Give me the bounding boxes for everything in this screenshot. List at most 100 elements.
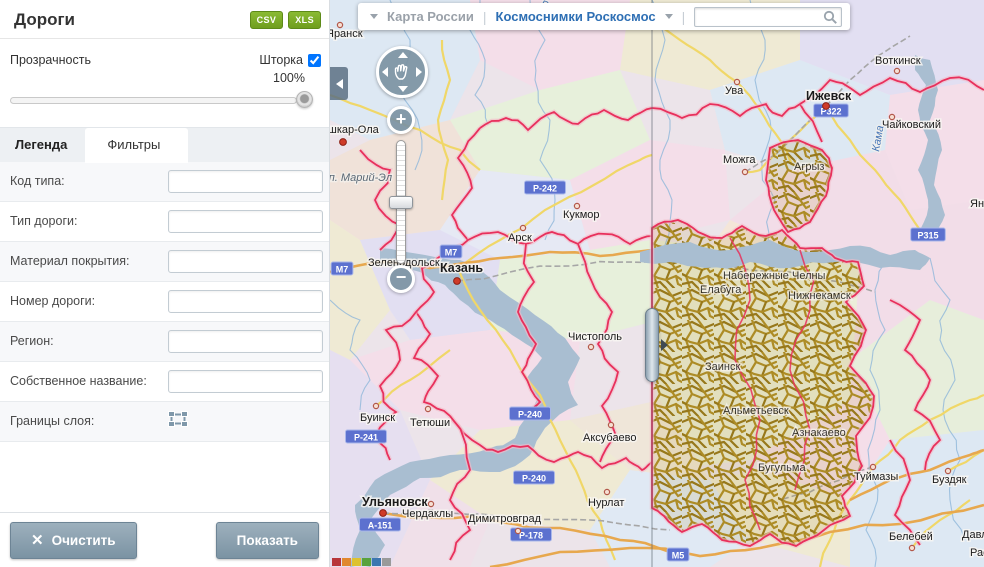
pan-left-icon[interactable] <box>382 67 388 77</box>
city-label: Тетюши <box>410 417 450 429</box>
road-sign: Р322 <box>814 104 849 117</box>
filter-row-road-number: Номер дороги: <box>0 282 329 322</box>
proper-name-input[interactable] <box>168 370 323 393</box>
road-sign: А-151 <box>360 518 401 531</box>
show-button[interactable]: Показать <box>216 522 319 559</box>
map-search-input[interactable] <box>694 7 842 27</box>
curtain-divider-handle[interactable] <box>645 308 659 382</box>
svg-text:Р-178: Р-178 <box>519 531 543 541</box>
export-xls-button[interactable]: XLS <box>288 11 321 29</box>
zoom-in-button[interactable]: + <box>387 106 415 134</box>
town-dot <box>909 545 914 550</box>
svg-text:Р-241: Р-241 <box>354 433 378 443</box>
tab-legend[interactable]: Легенда <box>0 128 85 162</box>
city-dot <box>340 139 347 146</box>
pan-down-icon[interactable] <box>398 86 408 92</box>
zoom-out-button[interactable]: − <box>387 265 415 293</box>
city-label: Нижнекамск <box>788 290 851 302</box>
road-sign: М5 <box>667 548 689 561</box>
curtain-checkbox[interactable] <box>308 54 321 67</box>
city-label: Арск <box>508 232 532 244</box>
app-window: Дороги CSV XLS Прозрачность Шторка 100% … <box>0 0 984 567</box>
map-viewport[interactable]: М7 М7 Р-242 Р-240 Р-240 Р-241 А-151 Р-178 М5 Р322… <box>330 0 984 567</box>
road-sign: М7 <box>440 245 462 258</box>
city-label: Заинск <box>705 361 740 373</box>
city-label: Воткинск <box>875 55 921 67</box>
collapse-arrow-icon <box>336 79 343 89</box>
city-label: Туймазы <box>854 471 898 483</box>
field-label: Границы слоя: <box>10 413 160 430</box>
pan-up-icon[interactable] <box>398 52 408 58</box>
filter-row-proper-name: Собственное название: <box>0 362 329 402</box>
sidebar-collapse-button[interactable] <box>330 67 348 100</box>
city-label: Агрыз <box>794 161 824 173</box>
city-label: Янаул <box>970 198 984 210</box>
panel-footer: ✕ Очистить Показать <box>0 512 329 567</box>
svg-text:Р-240: Р-240 <box>522 474 546 484</box>
pan-control[interactable] <box>376 46 428 98</box>
transparency-label: Прозрачность <box>10 53 91 67</box>
legend-chips <box>382 558 391 566</box>
city-label: Чистополь <box>568 331 622 343</box>
legend-chips <box>332 558 341 566</box>
pan-right-icon[interactable] <box>416 67 422 77</box>
slider-track[interactable] <box>10 97 297 104</box>
city-label: Можга <box>723 154 756 166</box>
zoom-slider-handle[interactable] <box>389 196 413 209</box>
road-sign: М7 <box>331 262 353 275</box>
svg-text:М7: М7 <box>445 248 458 258</box>
clear-button[interactable]: ✕ Очистить <box>10 522 137 559</box>
base-layer-label[interactable]: Карта России <box>387 9 474 24</box>
city-label: Раевский <box>970 547 984 559</box>
city-label: Яранск <box>330 28 363 40</box>
city-label: Кукмор <box>563 209 600 221</box>
filter-row-region: Регион: <box>0 322 329 362</box>
svg-text:М7: М7 <box>336 265 349 275</box>
field-label: Код типа: <box>10 173 160 190</box>
road-sign: Р-240 <box>510 407 551 420</box>
slider-knob[interactable] <box>296 91 313 108</box>
field-label: Собственное название: <box>10 373 160 390</box>
map-layer-toolbar: Карта России | Космоснимки Роскосмос | <box>358 3 850 30</box>
region-label: Респ. Марий-Эл <box>330 172 392 184</box>
roads-panel: Дороги CSV XLS Прозрачность Шторка 100% … <box>0 0 330 567</box>
filter-row-road-type: Тип дороги: <box>0 202 329 242</box>
export-csv-button[interactable]: CSV <box>250 11 284 29</box>
type-code-input[interactable] <box>168 170 323 193</box>
city-label: Набережные Челны <box>723 270 826 282</box>
town-dot <box>870 464 875 469</box>
active-layer-label[interactable]: Космоснимки Роскосмос <box>496 9 656 24</box>
surface-material-input[interactable] <box>168 250 323 273</box>
active-layer-dropdown-icon[interactable] <box>665 14 673 19</box>
city-label: Альметьевск <box>723 405 789 417</box>
field-label: Тип дороги: <box>10 213 160 230</box>
city-dot <box>454 278 461 285</box>
legend-chips <box>362 558 371 566</box>
city-label: Чердаклы <box>402 508 453 520</box>
filter-row-type-code: Код типа: <box>0 162 329 202</box>
search-icon[interactable] <box>823 10 838 25</box>
region-input[interactable] <box>168 330 323 353</box>
layer-bounds-polygon-icon[interactable] <box>168 411 323 432</box>
map-canvas[interactable]: М7 М7 Р-242 Р-240 Р-240 Р-241 А-151 Р-178 М5 Р322… <box>330 0 984 567</box>
city-label: Чайковский <box>882 119 941 131</box>
tab-filters[interactable]: Фильтры <box>85 128 188 163</box>
city-label: Нурлат <box>588 497 624 509</box>
clear-icon: ✕ <box>31 531 44 549</box>
town-dot <box>604 489 609 494</box>
transparency-slider[interactable] <box>10 91 319 111</box>
svg-text:Р-242: Р-242 <box>533 184 557 194</box>
road-sign: Р-242 <box>525 181 566 194</box>
road-number-input[interactable] <box>168 290 323 313</box>
town-dot <box>574 203 579 208</box>
road-type-input[interactable] <box>168 210 323 233</box>
town-dot <box>520 225 525 230</box>
toolbar-separator: | <box>682 9 686 25</box>
svg-text:А-151: А-151 <box>368 521 393 531</box>
base-layer-dropdown-icon[interactable] <box>370 14 378 19</box>
town-dot <box>337 22 342 27</box>
filter-row-layer-bounds: Границы слоя: <box>0 402 329 442</box>
town-dot <box>945 468 950 473</box>
city-label: Елабуга <box>700 284 742 296</box>
panel-header: Дороги CSV XLS <box>0 0 329 39</box>
